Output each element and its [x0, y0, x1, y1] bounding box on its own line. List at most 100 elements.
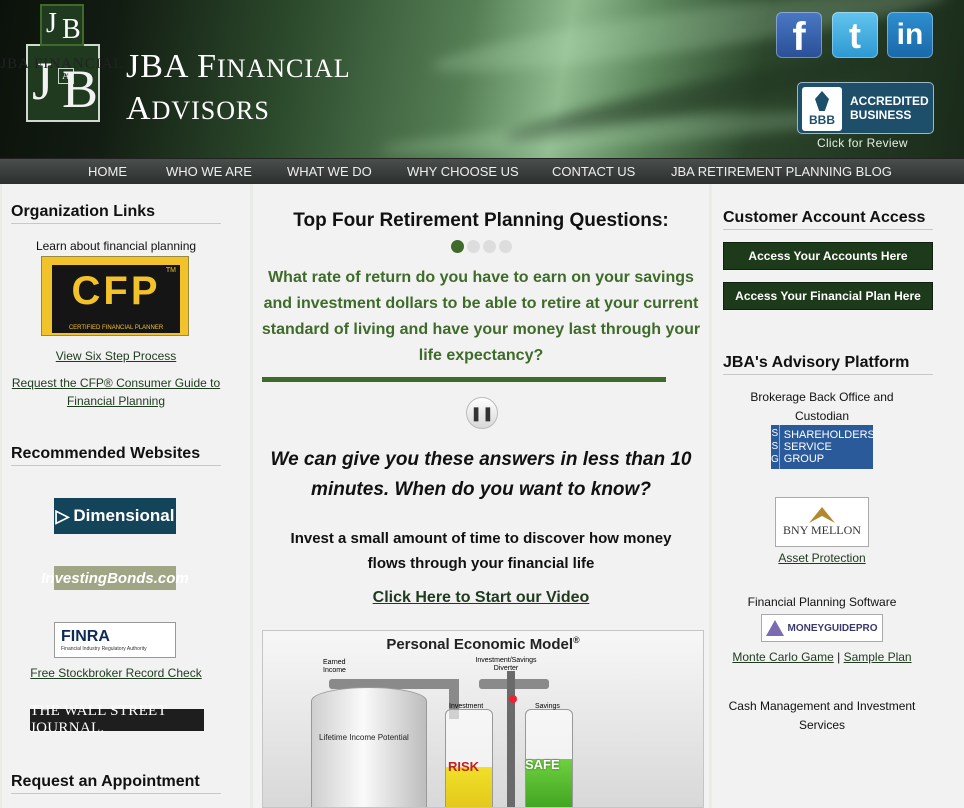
bbb-torch-icon: BBB	[802, 87, 842, 131]
brokerage-line1: Brokerage Back Office and	[750, 390, 894, 404]
facebook-icon[interactable]: f	[776, 12, 822, 59]
pem-investment-label: Investment	[449, 703, 484, 710]
personal-economic-model-diagram[interactable]: Personal Economic Model® Earned Income I…	[262, 630, 704, 808]
slider-dots	[451, 240, 512, 253]
pem-pipe	[507, 671, 515, 807]
consumer-guide-line2: Financial Planning	[66, 394, 166, 408]
advisory-platform-heading: JBA's Advisory Platform	[723, 354, 933, 375]
brand-name[interactable]: JBA FINANCIAL ADVISORS	[126, 48, 351, 130]
dimensional-icon: ▷	[55, 505, 70, 526]
learn-text: Learn about financial planning	[35, 239, 197, 253]
six-step-link[interactable]: View Six Step Process	[2, 349, 230, 363]
brand-line2-rest: DVISORS	[151, 96, 270, 125]
finra-subtext: Financial Industry Regulatory Authority	[61, 646, 147, 652]
main-nav: HOME WHO WE ARE WHAT WE DO WHY CHOOSE US…	[0, 158, 964, 184]
sample-plan-link[interactable]: Sample Plan	[844, 650, 912, 664]
cfp-mark: CFP	[52, 265, 180, 323]
pem-valve-icon	[509, 695, 517, 703]
pem-savings-label: Savings	[535, 703, 560, 710]
question-text: What rate of return do you have to earn …	[261, 269, 701, 364]
ssg-line1: SHAREHOLDERS	[783, 429, 875, 441]
start-video-link[interactable]: Click Here to Start our Video	[253, 589, 709, 607]
jba2-text: JBA FINANCIAL	[0, 56, 124, 72]
slide-progress-bar	[262, 377, 666, 382]
investing-bonds-logo[interactable]: InvestingBonds.com	[41, 566, 189, 590]
twitter-icon[interactable]: t	[832, 12, 878, 58]
pem-safe-label: SAFE	[525, 757, 560, 772]
cash-line1: Cash Management and Investment	[728, 699, 916, 713]
pem-income-tank	[311, 687, 427, 807]
nav-who-we-are[interactable]: WHO WE ARE	[166, 164, 252, 179]
nav-blog[interactable]: JBA RETIREMENT PLANNING BLOG	[671, 164, 892, 179]
page: J A B JBA FINANCIAL ADVISORS f t in BBB …	[0, 0, 964, 808]
org-links-heading: Organization Links	[11, 203, 221, 224]
access-plan-button[interactable]: Access Your Financial Plan Here	[723, 282, 933, 310]
pem-earned-label: Earned Income	[323, 659, 346, 674]
pem-title: Personal Economic Model®	[263, 635, 703, 653]
mgp-text: MONEYGUIDEPRO	[787, 622, 878, 634]
pause-icon[interactable]: ❚❚	[466, 397, 498, 429]
ssg-logo[interactable]: SSG SHAREHOLDERS SERVICE GROUP	[771, 425, 875, 469]
cfp-logo[interactable]: CFP TM CERTIFIED FINANCIAL PLANNER	[41, 256, 189, 336]
site-header: J A B JBA FINANCIAL ADVISORS f t in BBB …	[0, 0, 964, 158]
pem-registered: ®	[573, 635, 580, 645]
dimensional-text: Dimensional	[73, 506, 175, 525]
ssg-line3: GROUP	[783, 453, 825, 465]
consumer-guide-link[interactable]: Request the CFP® Consumer Guide to Finan…	[2, 374, 230, 410]
jba2-letter-b: B	[62, 14, 81, 45]
bny-text: BNY MELLON	[783, 522, 861, 537]
jba2-letter-j: J	[46, 8, 57, 39]
cfp-tm: TM	[165, 267, 176, 274]
nav-contact-us[interactable]: CONTACT US	[552, 164, 635, 179]
invest-text: Invest a small amount of time to discove…	[290, 530, 672, 572]
answers-text: We can give you these answers in less th…	[270, 449, 692, 500]
bny-mellon-logo[interactable]: BNY MELLON	[775, 497, 869, 547]
monte-carlo-link[interactable]: Monte Carlo Game	[732, 650, 833, 664]
fps-text: Financial Planning Software	[747, 595, 897, 609]
stockbroker-check-link[interactable]: Free Stockbroker Record Check	[2, 666, 230, 680]
wsj-logo[interactable]: THE WALL STREET JOURNAL.	[30, 703, 204, 736]
consumer-guide-line1: Request the CFP® Consumer Guide to	[11, 376, 221, 390]
questions-title: Top Four Retirement Planning Questions:	[293, 210, 669, 231]
nav-what-we-do[interactable]: WHAT WE DO	[287, 164, 372, 179]
ssg-line2: SERVICE	[783, 441, 832, 453]
cash-line2: Services	[798, 718, 845, 732]
customer-access-heading: Customer Account Access	[723, 209, 933, 230]
right-sidebar: Customer Account Access Access Your Acco…	[712, 184, 964, 808]
request-appointment-heading: Request an Appointment	[11, 773, 221, 794]
mgp-triangle-icon	[766, 620, 785, 636]
recommended-websites-heading: Recommended Websites	[11, 445, 221, 466]
bbb-text-2: BUSINESS	[850, 108, 912, 122]
moneyguidepro-logo[interactable]: MONEYGUIDEPRO	[761, 614, 883, 642]
asset-protection-link[interactable]: Asset Protection	[712, 551, 932, 565]
brand-line1-rest: INANCIAL	[217, 54, 351, 83]
left-sidebar: Organization Links Learn about financial…	[2, 184, 250, 808]
ssg-mark-icon: SSG	[771, 425, 780, 469]
link-separator: |	[837, 650, 841, 664]
brokerage-line2: Custodian	[794, 409, 850, 423]
dimensional-logo[interactable]: ▷ Dimensional	[54, 498, 176, 534]
jba2-mark: J B	[40, 4, 84, 46]
linkedin-icon[interactable]: in	[887, 12, 933, 58]
slider-dot[interactable]	[467, 240, 480, 253]
slider-dot-active[interactable]	[451, 240, 464, 253]
slider-dot[interactable]	[499, 240, 512, 253]
bbb-text-1: ACCREDITED	[850, 94, 929, 108]
finra-logo[interactable]: FINRA Financial Industry Regulatory Auth…	[54, 622, 176, 658]
brand-line2-start: A	[126, 90, 152, 127]
bbb-review-caption[interactable]: Click for Review	[817, 136, 908, 150]
slider-dot[interactable]	[483, 240, 496, 253]
brokerage-text: Brokerage Back Office and Custodian	[712, 388, 932, 426]
pem-title-text: Personal Economic Model	[386, 636, 574, 653]
nav-why-choose-us[interactable]: WHY CHOOSE US	[407, 164, 519, 179]
brand-line1-start: JBA F	[126, 48, 217, 85]
bny-emblem-icon	[809, 506, 835, 523]
finra-text: FINRA	[61, 628, 110, 645]
mgp-links: Monte Carlo Game | Sample Plan	[712, 650, 932, 664]
pem-diverter-label: Investment/Savings Diverter	[475, 657, 537, 672]
bbb-accredited-badge[interactable]: BBB ACCREDITED BUSINESS	[797, 82, 934, 134]
access-accounts-button[interactable]: Access Your Accounts Here	[723, 242, 933, 270]
cfp-caption: CERTIFIED FINANCIAL PLANNER	[52, 323, 180, 333]
nav-home[interactable]: HOME	[88, 164, 127, 179]
cash-mgmt-text: Cash Management and Investment Services	[712, 697, 932, 735]
